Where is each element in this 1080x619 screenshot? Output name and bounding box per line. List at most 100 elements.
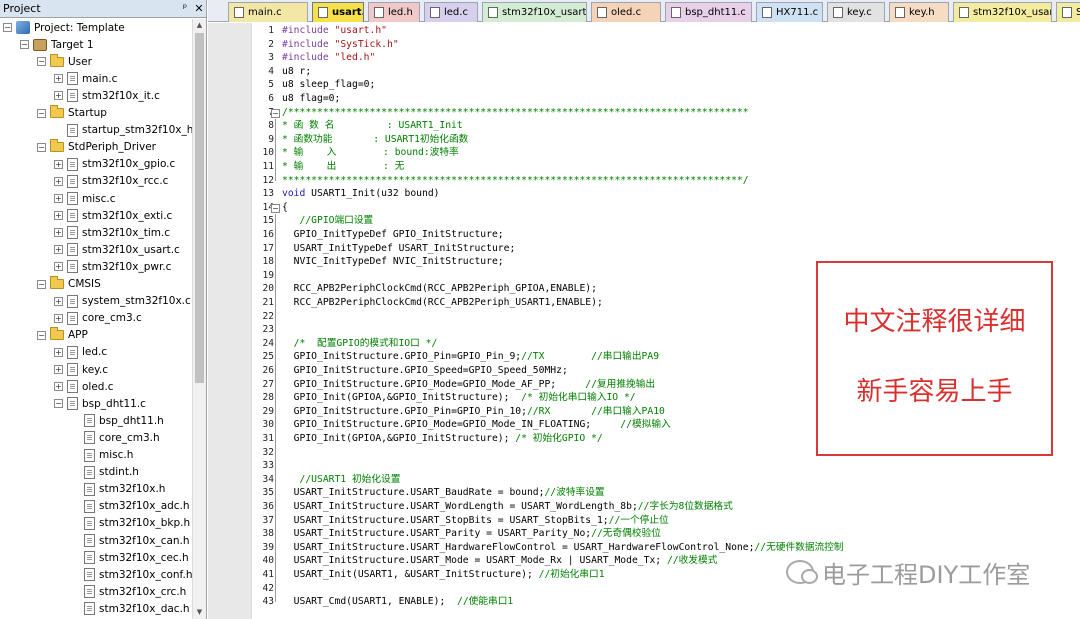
code-line[interactable]: ****************************************…	[282, 175, 749, 187]
expand-icon[interactable]: +	[54, 91, 63, 101]
tree-item[interactable]: − CMSIS	[37, 276, 101, 293]
tree-item[interactable]: + key.c	[54, 361, 108, 378]
scroll-up-icon[interactable]: ▲	[193, 19, 206, 32]
tree-item[interactable]: stm32f10x_cec.h	[71, 549, 189, 566]
tree-item[interactable]: + stm32f10x_usart.c	[54, 241, 180, 258]
tree-item[interactable]: + oled.c	[54, 378, 114, 395]
tree-item[interactable]: + stm32f10x_it.c	[54, 87, 160, 104]
code-line[interactable]: /***************************************…	[282, 107, 749, 119]
code-line[interactable]: #include "usart.h"	[282, 25, 387, 37]
close-icon[interactable]: ✕	[192, 2, 206, 15]
editor-tab[interactable]: main.c	[228, 2, 308, 22]
tree-item[interactable]: startup_stm32f10x_hd.s	[54, 122, 193, 139]
tree-item[interactable]: − User	[37, 53, 92, 70]
tree-item[interactable]: bsp_dht11.h	[71, 412, 164, 429]
expand-icon[interactable]: +	[54, 262, 63, 272]
expand-icon[interactable]: +	[54, 194, 63, 203]
tree-item[interactable]: − StdPeriph_Driver	[37, 139, 156, 156]
code-line[interactable]: USART_InitStructure.USART_StopBits = USA…	[282, 515, 669, 527]
editor-tab[interactable]: stm32f10x_usart.c	[953, 2, 1052, 22]
code-line[interactable]: USART_InitTypeDef USART_InitStructure;	[282, 243, 516, 255]
scroll-down-icon[interactable]: ▼	[193, 606, 206, 619]
editor-tab[interactable]: bsp_dht11.c	[665, 2, 752, 22]
code-line[interactable]: NVIC_InitTypeDef NVIC_InitStructure;	[282, 256, 504, 268]
expand-icon[interactable]: +	[54, 74, 63, 84]
tree-item[interactable]: + system_stm32f10x.c	[54, 293, 191, 310]
code-line[interactable]: USART_InitStructure.USART_Parity = USART…	[282, 528, 661, 540]
code-line[interactable]: /* 配置GPIO的模式和IO口 */	[282, 338, 438, 350]
editor-tab[interactable]: led.c	[424, 2, 478, 22]
tree-item[interactable]: − Project: Template	[3, 19, 125, 36]
expand-icon[interactable]: +	[54, 365, 63, 374]
code-line[interactable]: GPIO_InitTypeDef GPIO_InitStructure;	[282, 229, 504, 241]
code-line[interactable]: USART_InitStructure.USART_BaudRate = bou…	[282, 487, 605, 499]
tree-item[interactable]: stm32f10x_can.h	[71, 532, 190, 549]
tree-item[interactable]: stm32f10x_bkp.h	[71, 515, 190, 532]
collapse-icon[interactable]: −	[20, 40, 29, 50]
collapse-icon[interactable]: −	[37, 108, 46, 118]
expand-icon[interactable]: +	[54, 313, 63, 323]
editor-tab[interactable]: HX711.c	[756, 2, 823, 22]
tree-item[interactable]: + main.c	[54, 70, 117, 87]
editor-tab[interactable]: usart.c	[312, 2, 364, 22]
project-scrollbar[interactable]: ▲ ▼	[192, 19, 206, 619]
code-line[interactable]: void USART1_Init(u32 bound)	[282, 188, 440, 200]
tree-item[interactable]: + stm32f10x_pwr.c	[54, 258, 171, 275]
tree-item[interactable]: stm32f10x.h	[71, 481, 165, 498]
expand-icon[interactable]: +	[54, 296, 63, 306]
editor-tab[interactable]: led.h	[368, 2, 420, 22]
code-line[interactable]: USART_InitStructure.USART_Mode = USART_M…	[282, 555, 718, 567]
expand-icon[interactable]: +	[54, 228, 63, 238]
code-line[interactable]: #include "SysTick.h"	[282, 39, 399, 51]
expand-icon[interactable]: +	[54, 347, 63, 357]
code-line[interactable]: RCC_APB2PeriphClockCmd(RCC_APB2Periph_GP…	[282, 283, 597, 295]
collapse-icon[interactable]: −	[37, 279, 46, 289]
code-line[interactable]: GPIO_InitStructure.GPIO_Speed=GPIO_Speed…	[282, 365, 568, 377]
expand-icon[interactable]: +	[54, 159, 63, 169]
fold-toggle-icon[interactable]: −	[271, 203, 280, 213]
code-line[interactable]: GPIO_InitStructure.GPIO_Mode=GPIO_Mode_A…	[282, 379, 655, 391]
code-line[interactable]: u8 flag=0;	[282, 93, 340, 105]
code-line[interactable]: USART_InitStructure.USART_HardwareFlowCo…	[282, 542, 844, 554]
tree-item[interactable]: + stm32f10x_exti.c	[54, 207, 172, 224]
tree-item[interactable]: + stm32f10x_gpio.c	[54, 156, 175, 173]
tree-item[interactable]: − APP	[37, 327, 88, 344]
code-line[interactable]: GPIO_InitStructure.GPIO_Pin=GPIO_Pin_9;/…	[282, 351, 659, 363]
tree-item[interactable]: − Startup	[37, 105, 107, 122]
code-line[interactable]: //GPIO端口设置	[282, 215, 374, 227]
collapse-icon[interactable]: −	[37, 142, 46, 152]
tree-item[interactable]: + led.c	[54, 344, 107, 361]
tree-item[interactable]: stdint.h	[71, 464, 139, 481]
code-line[interactable]: * 输 出 : 无	[282, 161, 404, 173]
code-line[interactable]: * 函 数 名 : USART1_Init	[282, 120, 463, 132]
editor-tab[interactable]: S	[1056, 2, 1080, 22]
tree-item[interactable]: core_cm3.h	[71, 429, 160, 446]
code-line[interactable]: * 函数功能 : USART1初始化函数	[282, 134, 468, 146]
code-line[interactable]: #include "led.h"	[282, 52, 375, 64]
scrollbar-thumb[interactable]	[195, 33, 204, 383]
code-line[interactable]: RCC_APB2PeriphClockCmd(RCC_APB2Periph_US…	[282, 297, 603, 309]
editor-tab[interactable]: stm32f10x_usart.h	[482, 2, 587, 22]
expand-icon[interactable]: +	[54, 382, 63, 392]
code-line[interactable]: USART_InitStructure.USART_WordLength = U…	[282, 501, 733, 513]
editor-tab[interactable]: key.c	[827, 2, 885, 22]
collapse-icon[interactable]: −	[37, 57, 46, 67]
tree-item[interactable]: stm32f10x_conf.h	[71, 566, 192, 583]
code-line[interactable]: * 输 入 : bound:波特率	[282, 147, 459, 159]
code-line[interactable]: USART_Init(USART1, &USART_InitStructure)…	[282, 569, 605, 581]
tree-item[interactable]: + stm32f10x_tim.c	[54, 224, 170, 241]
editor-tab[interactable]: key.h	[889, 2, 949, 22]
code-line[interactable]: GPIO_Init(GPIOA,&GPIO_InitStructure); /*…	[282, 392, 636, 404]
tree-item[interactable]: stm32f10x_crc.h	[71, 583, 186, 600]
tree-item[interactable]: + misc.c	[54, 190, 116, 207]
tree-item[interactable]: + stm32f10x_rcc.c	[54, 173, 168, 190]
code-line[interactable]: GPIO_Init(GPIOA,&GPIO_InitStructure); /*…	[282, 433, 603, 445]
expand-icon[interactable]: +	[54, 176, 63, 186]
code-line[interactable]: u8 r;	[282, 66, 311, 78]
code-line[interactable]: {	[282, 202, 288, 214]
code-line[interactable]: GPIO_InitStructure.GPIO_Pin=GPIO_Pin_10;…	[282, 406, 665, 418]
pin-icon[interactable]: ᵖ	[178, 3, 192, 14]
code-line[interactable]: //USART1 初始化设置	[282, 474, 401, 486]
code-line[interactable]: GPIO_InitStructure.GPIO_Mode=GPIO_Mode_I…	[282, 419, 671, 431]
code-line[interactable]: u8 sleep_flag=0;	[282, 79, 375, 91]
